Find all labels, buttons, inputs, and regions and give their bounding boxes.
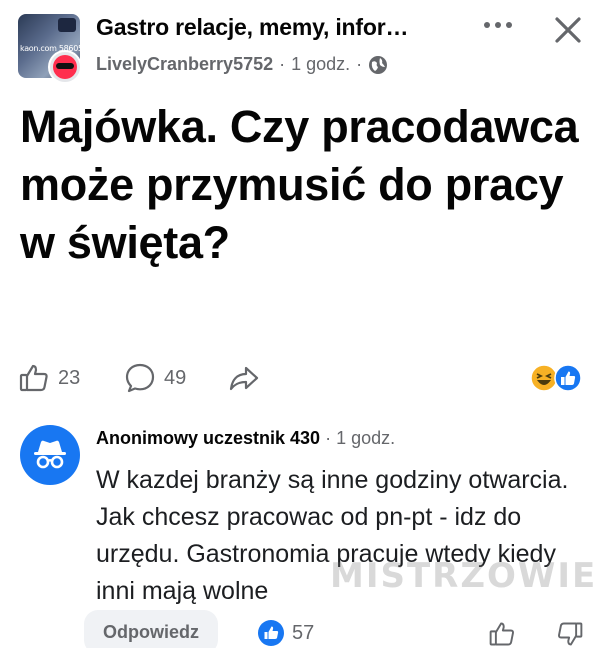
author-avatar[interactable] [48, 50, 82, 84]
group-name[interactable]: Gastro relacje, memy, infor… [96, 14, 408, 41]
comment-meta-separator: · [325, 428, 332, 448]
comment-like-count: 57 [292, 621, 315, 644]
thumbs-up-icon[interactable] [488, 620, 516, 648]
anonymous-avatar[interactable] [20, 425, 80, 485]
post-time[interactable]: 1 godz. [291, 54, 350, 75]
post-title: Majówka. Czy pracodawca może przymusić d… [20, 101, 579, 268]
like-reaction-icon [554, 364, 582, 397]
comment-author[interactable]: Anonimowy uczestnik 430 [96, 428, 320, 448]
more-dots-icon[interactable] [484, 22, 512, 28]
comment-meta: Anonimowy uczestnik 430 · 1 godz. [96, 428, 395, 449]
comment-like-summary[interactable]: 57 [258, 620, 314, 646]
incognito-icon [30, 435, 70, 475]
meta-separator: · [279, 54, 286, 74]
like-badge-icon [258, 620, 284, 646]
comment-time: 1 godz. [336, 428, 396, 448]
avatar-glasses [56, 63, 74, 69]
comment-bubble-icon [124, 362, 156, 394]
reactions-summary[interactable] [530, 364, 584, 392]
like-count: 23 [58, 366, 81, 389]
post-meta: LivelyCranberry5752 · 1 godz. · [96, 54, 388, 75]
thumbnail-mini-screen [58, 18, 76, 32]
like-button[interactable]: 23 [18, 362, 80, 394]
close-icon[interactable] [552, 14, 584, 46]
post-header: kaon.com 5860535 Gastro relacje, memy, i… [0, 0, 600, 90]
share-arrow-icon [228, 362, 260, 394]
thumbs-down-icon[interactable] [556, 620, 584, 648]
thumbs-up-outline-icon [18, 362, 50, 394]
globe-icon [368, 55, 388, 75]
share-button[interactable] [228, 362, 260, 394]
avatar-face [53, 55, 77, 79]
comment-count: 49 [164, 366, 187, 389]
comment-button[interactable]: 49 [124, 362, 186, 394]
post-actions-bar: 23 49 [0, 356, 600, 400]
post-author[interactable]: LivelyCranberry5752 [96, 54, 273, 75]
meta-separator-2: · [356, 54, 363, 74]
reply-button[interactable]: Odpowiedz [84, 610, 218, 648]
watermark: MISTRZOWIE [330, 556, 598, 596]
